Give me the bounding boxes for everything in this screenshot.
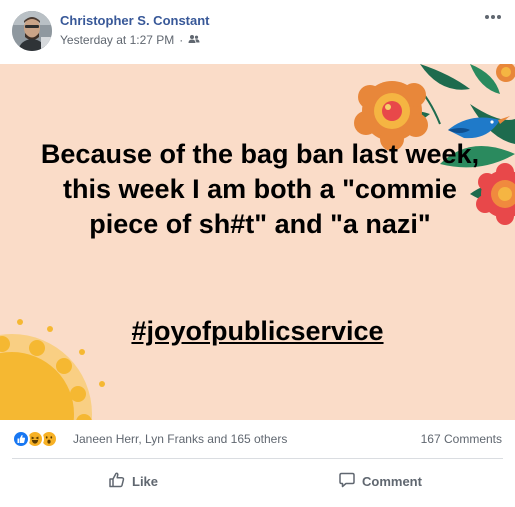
comment-icon (338, 471, 356, 492)
comment-label: Comment (362, 473, 422, 489)
reactors-text-link[interactable]: Janeen Herr, Lyn Franks and 165 others (73, 432, 287, 446)
like-reaction-icon[interactable] (12, 430, 30, 448)
hashtag-link[interactable]: #joyofpublicservice (0, 314, 515, 349)
post-timestamp-link[interactable]: Yesterday at 1:27 PM (60, 33, 174, 47)
comments-count-link[interactable]: 167 Comments (421, 432, 502, 446)
post-text-background[interactable]: Because of the bag ban last week, this w… (0, 64, 515, 420)
like-label: Like (132, 473, 159, 489)
post-header: Christopher S. Constant Yesterday at 1:2… (0, 0, 515, 64)
author-name-link[interactable]: Christopher S. Constant (60, 13, 210, 28)
post-meta: Yesterday at 1:27 PM · (60, 33, 200, 47)
comment-button[interactable]: Comment (338, 467, 422, 495)
like-button[interactable]: Like (108, 467, 158, 495)
reaction-icons[interactable] (12, 430, 58, 448)
post-actions: Like Comment (0, 459, 515, 503)
meta-separator: · (179, 33, 184, 47)
friends-icon[interactable] (188, 33, 200, 47)
avatar-photo (12, 11, 52, 51)
more-options-icon[interactable] (481, 8, 505, 28)
thumbs-up-icon (108, 471, 126, 492)
post-card: Christopher S. Constant Yesterday at 1:2… (0, 0, 515, 507)
reactions-summary: Janeen Herr, Lyn Franks and 165 others 1… (0, 420, 515, 458)
floral-decoration (0, 64, 515, 420)
post-text: Because of the bag ban last week, this w… (40, 139, 480, 239)
avatar[interactable] (12, 11, 52, 51)
